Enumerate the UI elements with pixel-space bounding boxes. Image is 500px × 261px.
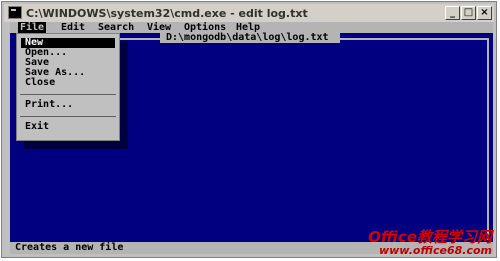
menu-edit[interactable]: Edit: [61, 22, 85, 33]
file-menu-dropdown: New Open... Save Save As... Close Print.…: [16, 33, 120, 141]
watermark-url: www.office68.com: [378, 244, 492, 257]
console-app-icon[interactable]: [8, 6, 22, 19]
cmd-window: C:\WINDOWS\system32\cmd.exe - edit log.t…: [1, 1, 497, 258]
window-title: C:\WINDOWS\system32\cmd.exe - edit log.t…: [26, 7, 308, 20]
document-frame: [115, 38, 489, 240]
minimize-button[interactable]: _: [445, 6, 460, 20]
menu-separator: [20, 116, 116, 117]
document-path: D:\mongodb\data\log\log.txt: [160, 33, 340, 43]
maximize-button[interactable]: □: [461, 6, 476, 20]
menu-file[interactable]: File: [18, 22, 47, 33]
edit-screen: File Edit Search View Options Help D:\mo…: [10, 22, 493, 254]
site-watermark: Office教程学习网 www.office68.com: [368, 229, 492, 257]
menu-search[interactable]: Search: [98, 22, 134, 33]
file-menu-close[interactable]: Close: [21, 78, 115, 88]
file-menu-exit[interactable]: Exit: [21, 122, 115, 132]
watermark-title: Office教程学习网: [368, 228, 492, 246]
title-bar[interactable]: C:\WINDOWS\system32\cmd.exe - edit log.t…: [4, 4, 494, 22]
menu-separator: [20, 94, 116, 95]
close-button[interactable]: ×: [477, 6, 492, 20]
file-menu-print[interactable]: Print...: [21, 100, 115, 110]
